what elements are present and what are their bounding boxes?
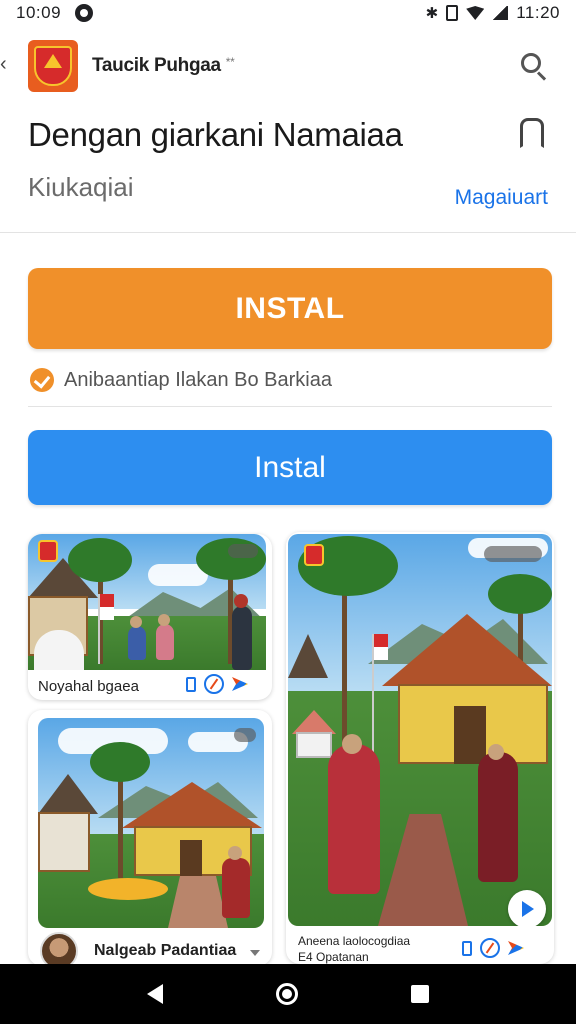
bookmark-icon [520,118,544,148]
notification-icon [75,4,94,22]
gallery-pill [484,546,542,562]
screenshot-card[interactable]: Aneena laolocogdiaa E4 Opatanan [286,532,554,964]
card-caption: Nalgeab Padantiaa [94,942,237,959]
screenshot-image [28,534,266,670]
screenshot-image [288,534,552,926]
app-logo [28,40,78,92]
signal-icon [492,6,509,20]
search-button[interactable] [518,50,550,82]
page-title: Dengan giarkani Namaiaa [28,116,403,153]
verification-text: Anibaantiap Ilakan Bo Barkiaa [64,368,332,391]
app-badge-icon [38,540,58,562]
app-header: ‹ Taucik Puhgaa ** [0,32,576,102]
screenshot-card[interactable]: Noyahal bgaea [28,534,272,700]
send-icon [232,677,248,691]
gallery-pill [234,728,256,742]
chevron-down-icon[interactable] [250,950,260,956]
install-button-primary[interactable]: INSTAL [28,268,552,349]
search-icon [521,53,541,73]
caption-icons [186,674,248,694]
install-button-secondary[interactable]: Instal [28,430,552,505]
check-badge-icon [30,368,54,392]
app-badge-icon [304,544,324,566]
play-button[interactable] [508,890,546,926]
status-time-right: 11:20 [516,3,560,22]
manage-link[interactable]: Magaiuart [455,186,548,210]
phone-icon [462,940,472,956]
card-caption: Noyahal bgaea [38,678,139,695]
status-time-left: 10:09 [16,3,62,22]
vibrate-icon [446,5,459,21]
compass-icon [480,938,500,958]
send-icon [508,941,524,955]
recents-icon[interactable] [411,985,430,1003]
compass-icon [204,674,224,694]
divider [0,232,576,233]
card-caption: Aneena laolocogdiaa [298,934,411,948]
avatar [40,932,78,966]
back-icon[interactable] [146,984,163,1004]
system-nav-bar [0,964,576,1024]
status-bar: 10:09 ✱ 11:20 [0,0,576,26]
back-chevron-icon[interactable]: ‹ [0,54,12,74]
screenshot-image [38,718,264,928]
phone-icon [186,676,196,692]
developer-name: Kiukaqiai [28,172,134,202]
bookmark-button[interactable] [520,118,544,150]
screenshot-card[interactable]: Nalgeab Padantiaa [28,710,272,966]
status-icons: ✱ 11:20 [426,3,560,23]
bluetooth-icon: ✱ [425,5,439,22]
home-icon[interactable] [275,983,298,1005]
app-name: Taucik Puhgaa ** [92,55,235,77]
divider [28,406,552,407]
wifi-icon [466,6,485,20]
verification-row: Anibaantiap Ilakan Bo Barkiaa [30,368,332,392]
app-name-text: Taucik Puhgaa [92,55,221,76]
caption-icons [462,938,524,958]
gallery-pill [228,544,258,558]
card-caption: E4 Opatanan [298,950,369,964]
app-name-suffix: ** [225,55,235,69]
